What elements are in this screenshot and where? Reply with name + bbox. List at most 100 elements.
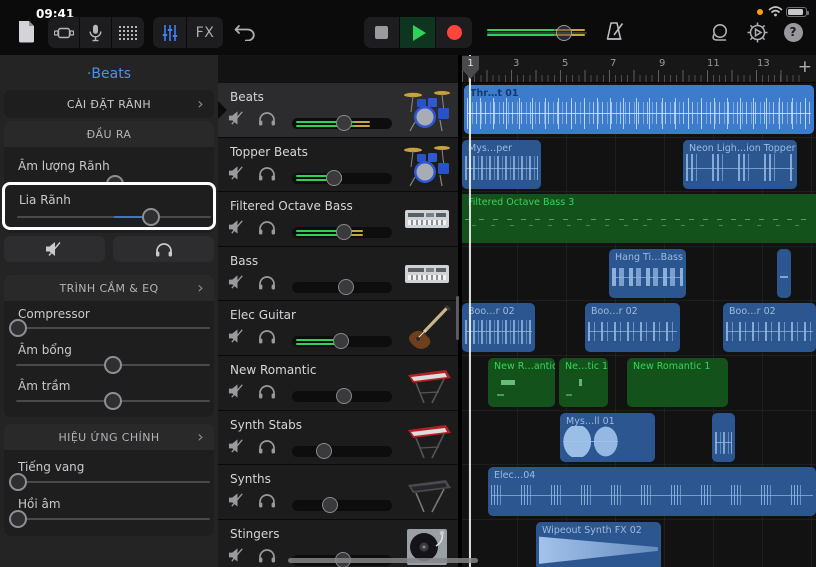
stop-button[interactable]: [364, 17, 400, 48]
my-songs-button[interactable]: [13, 17, 39, 45]
track-volume-slider[interactable]: [292, 118, 392, 129]
track-volume-slider[interactable]: [292, 500, 392, 511]
volume-knob[interactable]: [326, 170, 342, 186]
master-volume-knob[interactable]: [556, 25, 572, 41]
track-pan-knob[interactable]: [142, 208, 160, 226]
volume-knob[interactable]: [336, 115, 352, 131]
track-row-synths[interactable]: Synths: [218, 465, 458, 520]
headphones-icon[interactable]: [258, 220, 276, 235]
track-row-elec-guitar[interactable]: Elec Guitar: [218, 301, 458, 356]
echo-knob[interactable]: [9, 510, 27, 528]
play-button[interactable]: [400, 17, 436, 48]
headphones-icon[interactable]: [258, 111, 276, 126]
red-keyboard-icon[interactable]: [402, 414, 452, 462]
region-new-romantic-1[interactable]: New R…antic 1: [488, 358, 555, 407]
settings-button[interactable]: [745, 20, 769, 44]
master-effects-header[interactable]: HIỆU ỨNG CHÍNH ›: [4, 424, 214, 450]
volume-knob[interactable]: [316, 443, 332, 459]
dark-keyboard-icon[interactable]: [402, 468, 452, 516]
region-topper-1[interactable]: Mys…per: [462, 140, 541, 189]
region-elec-guitar-3[interactable]: Boo…r 02: [723, 303, 816, 352]
volume-knob[interactable]: [322, 497, 338, 513]
mute-icon[interactable]: [228, 219, 247, 235]
headphones-icon[interactable]: [258, 166, 276, 181]
region-bass[interactable]: Hang Ti…Bass 02: [609, 249, 686, 298]
record-button[interactable]: [436, 17, 472, 48]
volume-knob[interactable]: [336, 224, 352, 240]
horizontal-scrollbar[interactable]: [288, 558, 478, 563]
timeline-ruler[interactable]: 3 5 7 9 11 13 +: [462, 55, 816, 83]
compressor-knob[interactable]: [9, 319, 27, 337]
undo-button[interactable]: [232, 20, 258, 44]
red-keyboard-icon[interactable]: [402, 359, 452, 407]
headphones-icon[interactable]: [258, 275, 276, 290]
track-pan-slider[interactable]: [17, 208, 211, 226]
track-volume-slider[interactable]: [292, 173, 392, 184]
region-new-romantic-3[interactable]: New Romantic 1: [627, 358, 728, 407]
add-section-button[interactable]: +: [798, 57, 812, 77]
track-volume-slider[interactable]: [292, 227, 392, 238]
live-loops-button[interactable]: [112, 17, 144, 48]
region-synth-stabs-2[interactable]: [712, 413, 735, 462]
mute-button[interactable]: [4, 236, 105, 262]
track-row-bass[interactable]: Bass: [218, 247, 458, 302]
track-volume-slider[interactable]: [292, 336, 392, 347]
mute-icon[interactable]: [228, 274, 247, 290]
synth-module-icon[interactable]: [402, 195, 452, 243]
region-synths[interactable]: Elec…04: [488, 467, 816, 516]
reverb-slider[interactable]: [16, 473, 210, 491]
bass-knob[interactable]: [104, 392, 122, 410]
region-stingers[interactable]: Wipeout Synth FX 02: [536, 522, 661, 567]
bass-slider[interactable]: [16, 392, 210, 410]
region-filtered-octave-bass[interactable]: Filtered Octave Bass 3: [462, 194, 816, 243]
loop-browser-button[interactable]: [708, 21, 732, 43]
track-controls-button[interactable]: [153, 17, 187, 48]
mute-icon[interactable]: [228, 328, 247, 344]
track-row-beats[interactable]: Beats: [218, 83, 458, 138]
mute-icon[interactable]: [228, 110, 247, 126]
reverb-knob[interactable]: [9, 473, 27, 491]
arrangement-timeline[interactable]: 3 5 7 9 11 13 + Thr…t 01 Mys…per: [462, 55, 816, 567]
headphones-icon[interactable]: [258, 384, 276, 399]
headphones-icon[interactable]: [258, 329, 276, 344]
fx-button[interactable]: FX: [187, 17, 223, 48]
treble-knob[interactable]: [104, 356, 122, 374]
metronome-button[interactable]: [601, 19, 627, 45]
mute-icon[interactable]: [228, 492, 247, 508]
track-row-topper-beats[interactable]: Topper Beats: [218, 138, 458, 193]
region-elec-guitar-1[interactable]: Boo…r 02: [462, 303, 535, 352]
track-row-new-romantic[interactable]: New Romantic: [218, 356, 458, 411]
solo-headphones-button[interactable]: [113, 236, 214, 262]
vertical-scrollbar[interactable]: [456, 296, 459, 340]
mute-icon[interactable]: [228, 547, 247, 563]
echo-slider[interactable]: [16, 510, 210, 528]
region-synth-stabs-1[interactable]: Mys…ll 01: [560, 413, 655, 462]
treble-slider[interactable]: [16, 356, 210, 374]
synth-module-icon[interactable]: [402, 250, 452, 298]
plugins-eq-header[interactable]: TRÌNH CẮM & EQ ›: [4, 275, 214, 301]
track-row-filtered-octave-bass[interactable]: Filtered Octave Bass: [218, 192, 458, 247]
volume-knob[interactable]: [336, 388, 352, 404]
track-settings-button[interactable]: CÀI ĐẶT RÃNH ›: [4, 90, 214, 118]
compressor-slider[interactable]: [16, 319, 210, 337]
tracks-view-button[interactable]: [48, 17, 80, 48]
track-volume-slider[interactable]: [292, 282, 392, 293]
region-topper-2[interactable]: Neon Ligh…ion Topper: [683, 140, 797, 189]
headphones-icon[interactable]: [258, 548, 276, 563]
region-bass-small[interactable]: [777, 249, 791, 298]
drum-kit-icon[interactable]: [402, 141, 452, 189]
mute-icon[interactable]: [228, 438, 247, 454]
headphones-icon[interactable]: [258, 439, 276, 454]
region-beats[interactable]: Thr…t 01: [464, 85, 814, 134]
region-new-romantic-2[interactable]: Ne…tic 1: [559, 358, 608, 407]
mute-icon[interactable]: [228, 165, 247, 181]
record-input-button[interactable]: [80, 17, 112, 48]
help-button[interactable]: ?: [782, 21, 804, 43]
headphones-icon[interactable]: [258, 493, 276, 508]
playhead[interactable]: [469, 55, 471, 567]
volume-knob[interactable]: [338, 279, 354, 295]
mute-icon[interactable]: [228, 383, 247, 399]
track-row-synth-stabs[interactable]: Synth Stabs: [218, 411, 458, 466]
drum-kit-icon[interactable]: [402, 86, 452, 134]
volume-knob[interactable]: [333, 333, 349, 349]
